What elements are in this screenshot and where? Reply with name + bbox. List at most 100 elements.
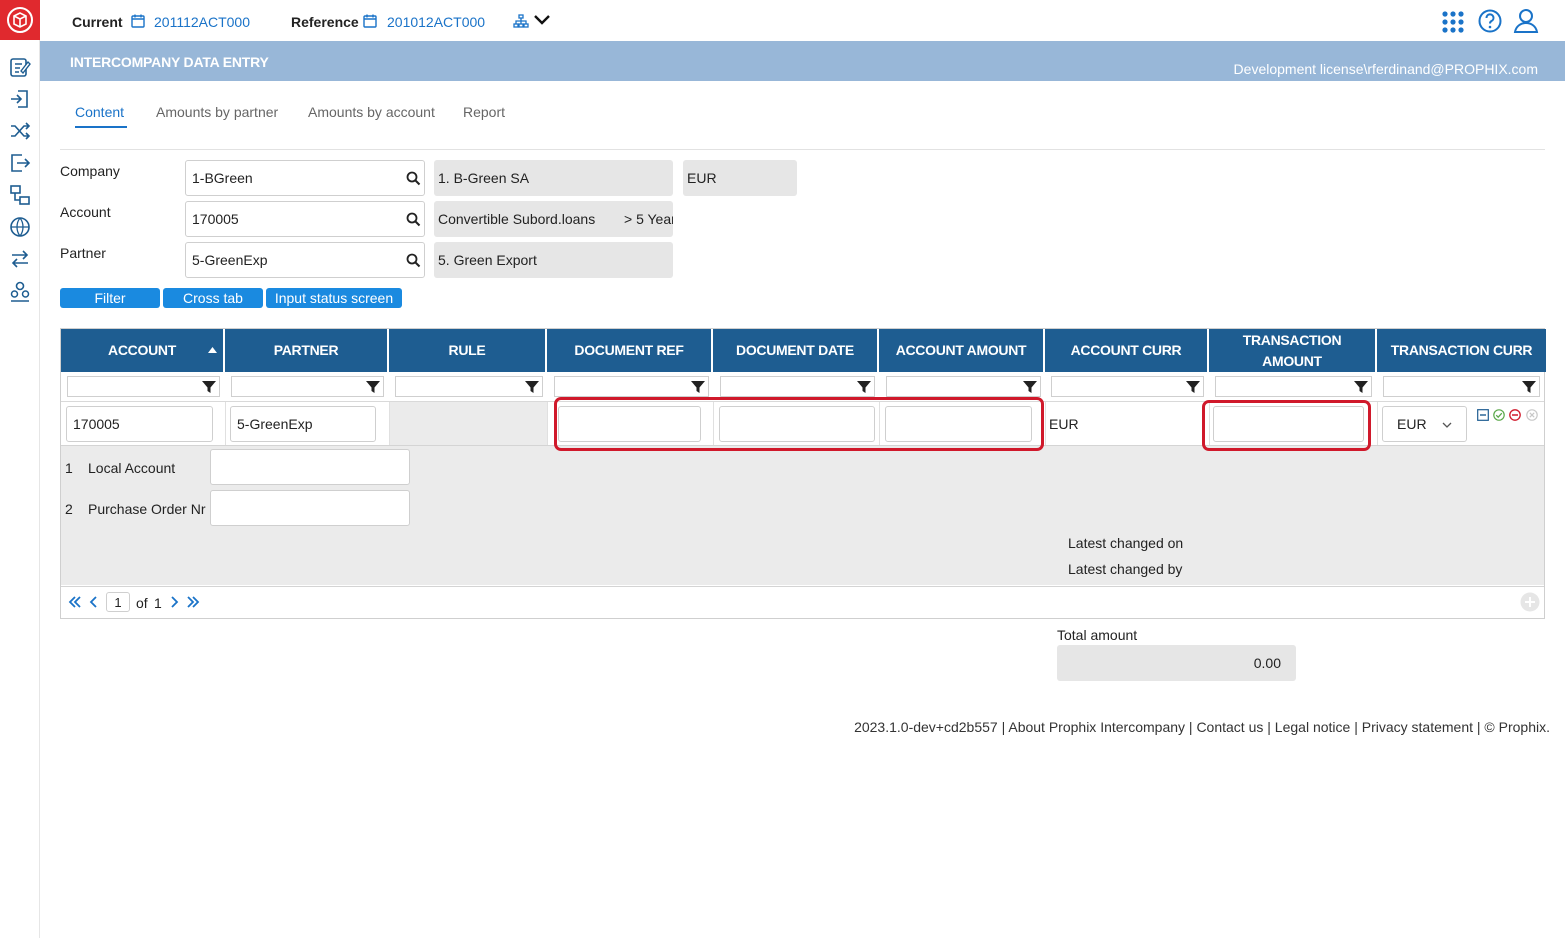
cancel-icon[interactable] bbox=[1526, 409, 1538, 421]
page-number-input[interactable]: 1 bbox=[106, 592, 130, 612]
about-link[interactable]: About Prophix Intercompany bbox=[1008, 719, 1185, 735]
column-header-rule[interactable]: RULE bbox=[389, 329, 547, 372]
transaction-curr-select[interactable]: EUR bbox=[1382, 406, 1467, 442]
column-header-account-curr[interactable]: ACCOUNT CURR bbox=[1045, 329, 1209, 372]
org-chart-icon[interactable] bbox=[513, 14, 529, 29]
contact-link[interactable]: Contact us bbox=[1196, 719, 1263, 735]
funnel-icon[interactable] bbox=[1522, 380, 1536, 394]
globe-icon[interactable] bbox=[8, 215, 32, 239]
cross-tab-button[interactable]: Cross tab bbox=[163, 288, 263, 308]
search-icon[interactable] bbox=[406, 171, 421, 186]
column-header-partner[interactable]: PARTNER bbox=[225, 329, 389, 372]
funnel-icon[interactable] bbox=[525, 380, 539, 394]
data-entry-icon[interactable] bbox=[8, 55, 32, 79]
import-icon[interactable] bbox=[8, 87, 32, 111]
export-icon[interactable] bbox=[8, 151, 32, 175]
hierarchy-icon[interactable] bbox=[8, 183, 32, 207]
footer: 2023.1.0-dev+cd2b557 | About Prophix Int… bbox=[854, 719, 1550, 735]
transfer-icon[interactable] bbox=[8, 247, 32, 271]
collapse-icon[interactable] bbox=[1477, 409, 1489, 421]
tab-report[interactable]: Report bbox=[463, 104, 505, 120]
purchase-order-input[interactable] bbox=[210, 490, 410, 526]
filter-account[interactable] bbox=[67, 376, 220, 397]
privacy-statement-link[interactable]: Privacy statement bbox=[1362, 719, 1473, 735]
column-header-account-amount[interactable]: ACCOUNT AMOUNT bbox=[879, 329, 1045, 372]
partner-input[interactable]: 5-GreenExp bbox=[185, 242, 425, 278]
filter-account-curr[interactable] bbox=[1051, 376, 1204, 397]
total-pages: 1 bbox=[154, 595, 162, 611]
user-profile-icon[interactable] bbox=[1513, 8, 1539, 34]
column-header-transaction-curr[interactable]: TRANSACTION CURR bbox=[1377, 329, 1546, 372]
filter-transaction-amount[interactable] bbox=[1215, 376, 1372, 397]
funnel-icon[interactable] bbox=[857, 380, 871, 394]
row-detail-panel: 1 Local Account 2 Purchase Order Nr Late… bbox=[61, 445, 1544, 585]
funnel-icon[interactable] bbox=[366, 380, 380, 394]
sort-ascending-icon[interactable] bbox=[208, 347, 217, 353]
calendar-icon[interactable] bbox=[131, 14, 145, 28]
tab-amounts-by-partner[interactable]: Amounts by partner bbox=[156, 104, 278, 120]
chevron-down-icon[interactable] bbox=[533, 14, 551, 26]
current-period-link[interactable]: 201112ACT000 bbox=[154, 14, 250, 30]
left-rail bbox=[0, 0, 40, 938]
column-header-transaction-amount[interactable]: TRANSACTION AMOUNT bbox=[1209, 329, 1377, 372]
highlight-document-amount-fields bbox=[554, 397, 1044, 451]
column-header-document-date[interactable]: DOCUMENT DATE bbox=[713, 329, 879, 372]
apps-grid-icon[interactable] bbox=[1441, 10, 1465, 34]
confirm-icon[interactable] bbox=[1493, 409, 1505, 421]
page-title: INTERCOMPANY DATA ENTRY bbox=[70, 54, 269, 70]
filter-document-date[interactable] bbox=[720, 376, 875, 397]
company-currency: EUR bbox=[683, 160, 797, 196]
search-icon[interactable] bbox=[406, 253, 421, 268]
pager: 1 of 1 bbox=[61, 586, 1544, 618]
partner-description: 5. Green Export bbox=[434, 242, 673, 278]
users-icon[interactable] bbox=[8, 279, 32, 303]
local-account-input[interactable] bbox=[210, 449, 410, 485]
active-tab-indicator bbox=[75, 126, 127, 128]
funnel-icon[interactable] bbox=[1354, 380, 1368, 394]
total-amount-label: Total amount bbox=[1057, 627, 1138, 643]
column-header-document-ref[interactable]: DOCUMENT REF bbox=[547, 329, 713, 372]
filter-account-amount[interactable] bbox=[886, 376, 1041, 397]
purchase-order-label: Purchase Order Nr bbox=[88, 501, 206, 517]
page-of-label: of bbox=[136, 595, 148, 611]
reference-period-link[interactable]: 201012ACT000 bbox=[387, 14, 485, 30]
funnel-icon[interactable] bbox=[1186, 380, 1200, 394]
partner-value: 5-GreenExp bbox=[192, 252, 268, 268]
tab-amounts-by-account[interactable]: Amounts by account bbox=[308, 104, 435, 120]
shuffle-icon[interactable] bbox=[8, 119, 32, 143]
input-status-screen-button[interactable]: Input status screen bbox=[266, 288, 402, 308]
partner-label: Partner bbox=[60, 245, 106, 261]
top-bar: Current 201112ACT000 Reference 201012ACT… bbox=[40, 0, 1565, 40]
next-page-icon[interactable] bbox=[170, 596, 179, 608]
company-description: 1. B-Green SA bbox=[434, 160, 673, 196]
last-page-icon[interactable] bbox=[186, 596, 200, 608]
tab-content[interactable]: Content bbox=[75, 104, 124, 120]
help-icon[interactable] bbox=[1478, 9, 1502, 33]
funnel-icon[interactable] bbox=[691, 380, 705, 394]
first-page-icon[interactable] bbox=[68, 596, 82, 608]
calendar-icon[interactable] bbox=[363, 14, 377, 28]
account-input[interactable]: 170005 bbox=[185, 201, 425, 237]
row-partner-input[interactable]: 5-GreenExp bbox=[230, 406, 376, 442]
filter-document-ref[interactable] bbox=[554, 376, 709, 397]
filter-rule[interactable] bbox=[395, 376, 543, 397]
previous-page-icon[interactable] bbox=[89, 596, 98, 608]
filter-transaction-curr[interactable] bbox=[1383, 376, 1540, 397]
latest-changed-on-label: Latest changed on bbox=[1068, 535, 1184, 551]
license-info: Development license\rferdinand@PROPHIX.c… bbox=[1233, 61, 1538, 77]
prophix-logo-icon[interactable] bbox=[0, 0, 40, 40]
funnel-icon[interactable] bbox=[1023, 380, 1037, 394]
legal-notice-link[interactable]: Legal notice bbox=[1275, 719, 1351, 735]
row-account-input[interactable]: 170005 bbox=[66, 406, 213, 442]
account-term: > 5 Year bbox=[624, 211, 673, 227]
filter-button[interactable]: Filter bbox=[60, 288, 160, 308]
column-header-account[interactable]: ACCOUNT bbox=[61, 329, 225, 372]
company-input[interactable]: 1-BGreen bbox=[185, 160, 425, 196]
total-amount-value: 0.00 bbox=[1057, 645, 1296, 681]
funnel-icon[interactable] bbox=[202, 380, 216, 394]
page-header: INTERCOMPANY DATA ENTRY Development lice… bbox=[40, 41, 1565, 81]
delete-icon[interactable] bbox=[1509, 409, 1521, 421]
search-icon[interactable] bbox=[406, 212, 421, 227]
add-row-icon[interactable] bbox=[1520, 592, 1540, 612]
filter-partner[interactable] bbox=[231, 376, 384, 397]
